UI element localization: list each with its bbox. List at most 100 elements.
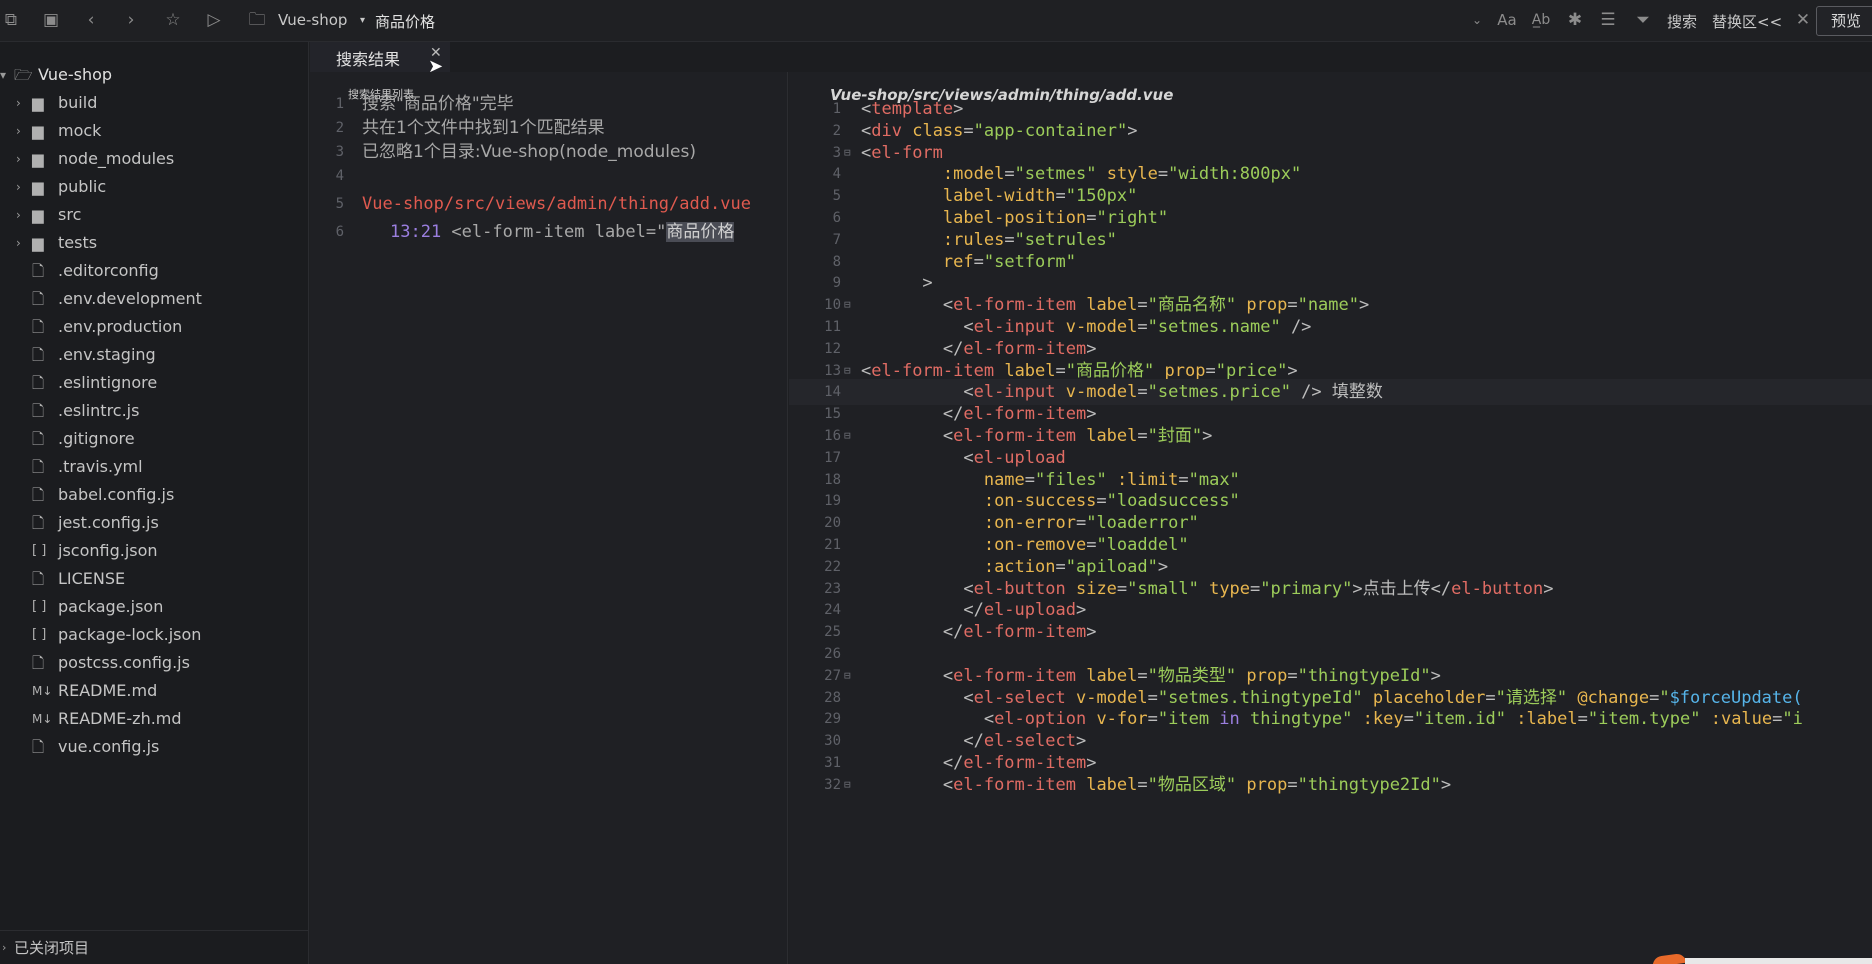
file-icon: 🗋 <box>32 430 45 448</box>
tree-item[interactable]: › ▆ src <box>0 201 309 229</box>
tree-item-label: src <box>58 205 82 224</box>
tree-item[interactable]: M↓ README-zh.md <box>0 705 309 733</box>
match-case-icon[interactable]: Aa <box>1496 9 1518 31</box>
tree-item-label: build <box>58 93 98 112</box>
project-folder-icon[interactable]: 🗀 <box>246 9 268 31</box>
closed-projects-section[interactable]: › 已关闭项目 <box>0 930 309 964</box>
search-result-line[interactable]: 6 13:21 <el-form-item label="商品价格 <box>310 220 787 244</box>
folder-icon: ▆ <box>32 206 44 224</box>
line-number: 5 <box>335 196 344 212</box>
search-result-text: Vue-shop/src/views/admin/thing/add.vue <box>362 194 751 214</box>
wrap-icon[interactable]: ☰ <box>1597 9 1619 31</box>
chevron-right-icon[interactable]: › <box>16 229 21 257</box>
json-file-icon: [ ] <box>32 599 47 614</box>
chevron-right-icon[interactable]: › <box>16 145 21 173</box>
file-icon: 🗋 <box>32 570 45 588</box>
star-icon[interactable]: ☆ <box>162 9 184 31</box>
filter-icon[interactable]: ⏷ <box>1632 9 1654 31</box>
tree-item[interactable]: 🗋 babel.config.js <box>0 481 309 509</box>
chevron-right-icon: › <box>2 941 7 954</box>
file-tree-sidebar: ▾ 🗁 Vue-shop › ▆ build › ▆ mock › ▆ node_modules… <box>0 42 309 964</box>
tab-bar <box>310 42 1872 72</box>
tree-item[interactable]: 🗋 .env.production <box>0 313 309 341</box>
line-number: 3 <box>335 144 344 160</box>
js-file-icon: 🗋 <box>32 514 45 532</box>
search-results-panel: 搜索结果列表 1 搜索"商品价格"完毕 2 共在1个文件中找到1个匹配结果 3 已忽略1个… <box>310 72 788 964</box>
whole-word-icon[interactable]: A̲b <box>1530 9 1552 31</box>
folder-icon: ▆ <box>32 234 44 252</box>
tree-item[interactable]: › ▆ public <box>0 173 309 201</box>
tab-search-results-label: 搜索结果 <box>336 50 401 69</box>
breadcrumb-dropdown-icon[interactable]: ▾ <box>360 15 365 26</box>
regex-icon[interactable]: ✱ <box>1564 9 1586 31</box>
tree-item[interactable]: M↓ README.md <box>0 677 309 705</box>
tree-item[interactable]: [ ] jsconfig.json <box>0 537 309 565</box>
closed-projects-label: 已关闭项目 <box>14 939 90 957</box>
tree-item-label: .env.staging <box>58 345 156 364</box>
preview-button[interactable]: 预览 <box>1815 6 1872 36</box>
tree-item[interactable]: 🗋 LICENSE <box>0 565 309 593</box>
close-icon[interactable]: ✕ <box>1792 9 1814 31</box>
back-icon[interactable]: ‹ <box>80 9 102 31</box>
tree-item-label: node_modules <box>58 149 175 168</box>
tree-item[interactable]: › ▆ mock <box>0 117 309 145</box>
tree-item[interactable]: 🗋 vue.config.js <box>0 733 309 761</box>
breadcrumb-search-term[interactable]: 商品价格 <box>375 11 435 32</box>
tree-item-label: tests <box>58 233 98 252</box>
tree-item-label: README.md <box>58 681 158 700</box>
json-file-icon: [ ] <box>32 543 47 558</box>
tree-item[interactable]: 🗋 postcss.config.js <box>0 649 309 677</box>
run-icon[interactable]: ▷ <box>203 9 225 31</box>
search-result-line: 2 共在1个文件中找到1个匹配结果 <box>310 116 787 140</box>
save-icon[interactable]: ▣ <box>40 9 62 31</box>
tree-item[interactable]: [ ] package.json <box>0 593 309 621</box>
chevron-right-icon[interactable]: › <box>16 173 21 201</box>
tree-item[interactable]: › ▆ tests <box>0 229 309 257</box>
file-icon: 🗋 <box>32 458 45 476</box>
tree-item[interactable]: 🗋 .env.development <box>0 285 309 313</box>
tree-item[interactable]: 🗋 .eslintignore <box>0 369 309 397</box>
tree-item-label: .travis.yml <box>58 457 143 476</box>
fold-toggle-icon[interactable]: ⊟ <box>844 772 851 798</box>
js-file-icon: 🗋 <box>32 654 45 672</box>
search-result-line[interactable]: 5 Vue-shop/src/views/admin/thing/add.vue <box>310 192 787 216</box>
chevron-right-icon[interactable]: › <box>16 117 21 145</box>
tree-root-label: Vue-shop <box>38 65 113 84</box>
chevron-right-icon[interactable]: › <box>16 89 21 117</box>
window-icon[interactable]: ⧉ <box>0 9 22 31</box>
tree-item[interactable]: 🗋 .travis.yml <box>0 453 309 481</box>
match-highlight: 商品价格 <box>666 222 735 242</box>
code-editor[interactable]: Vue-shop/src/views/admin/thing/add.vue 1… <box>789 72 1872 964</box>
breadcrumb-project[interactable]: Vue-shop <box>278 11 347 29</box>
js-file-icon: 🗋 <box>32 486 45 504</box>
tree-item-label: README-zh.md <box>58 709 182 728</box>
tree-item[interactable]: 🗋 .gitignore <box>0 425 309 453</box>
match-context: <el-form-item label=" <box>441 222 667 242</box>
tree-item[interactable]: [ ] package-lock.json <box>0 621 309 649</box>
code-line[interactable]: 32 ⊟ <el-form-item label="物品区域" prop="thi… <box>789 772 1872 798</box>
file-icon: 🗋 <box>32 346 45 364</box>
chevron-right-icon[interactable]: › <box>16 201 21 229</box>
tree-item-label: .eslintrc.js <box>58 401 140 420</box>
line-number: 2 <box>335 120 344 136</box>
markdown-icon: M↓ <box>32 684 53 698</box>
tree-item-label: jest.config.js <box>58 513 159 532</box>
replace-toggle-button[interactable]: 替换区<< <box>1712 11 1782 32</box>
search-button[interactable]: 搜索 <box>1667 11 1697 32</box>
tree-item-label: LICENSE <box>58 569 126 588</box>
tree-root-project[interactable]: ▾ 🗁 Vue-shop <box>0 61 309 89</box>
forward-icon[interactable]: › <box>120 9 142 31</box>
tree-item[interactable]: 🗋 .editorconfig <box>0 257 309 285</box>
tree-item[interactable]: › ▆ node_modules <box>0 145 309 173</box>
tree-item-label: .editorconfig <box>58 261 159 280</box>
line-number: 4 <box>335 168 344 184</box>
tree-item[interactable]: 🗋 .env.staging <box>0 341 309 369</box>
tree-item[interactable]: 🗋 .eslintrc.js <box>0 397 309 425</box>
tree-item[interactable]: 🗋 jest.config.js <box>0 509 309 537</box>
tree-item-label: .env.development <box>58 289 202 308</box>
overlay-bar <box>1685 958 1872 964</box>
tree-item-label: .eslintignore <box>58 373 158 392</box>
project-icon: 🗁 <box>14 66 33 84</box>
chevron-down-icon[interactable]: ⌄ <box>1466 9 1488 31</box>
tree-item[interactable]: › ▆ build <box>0 89 309 117</box>
